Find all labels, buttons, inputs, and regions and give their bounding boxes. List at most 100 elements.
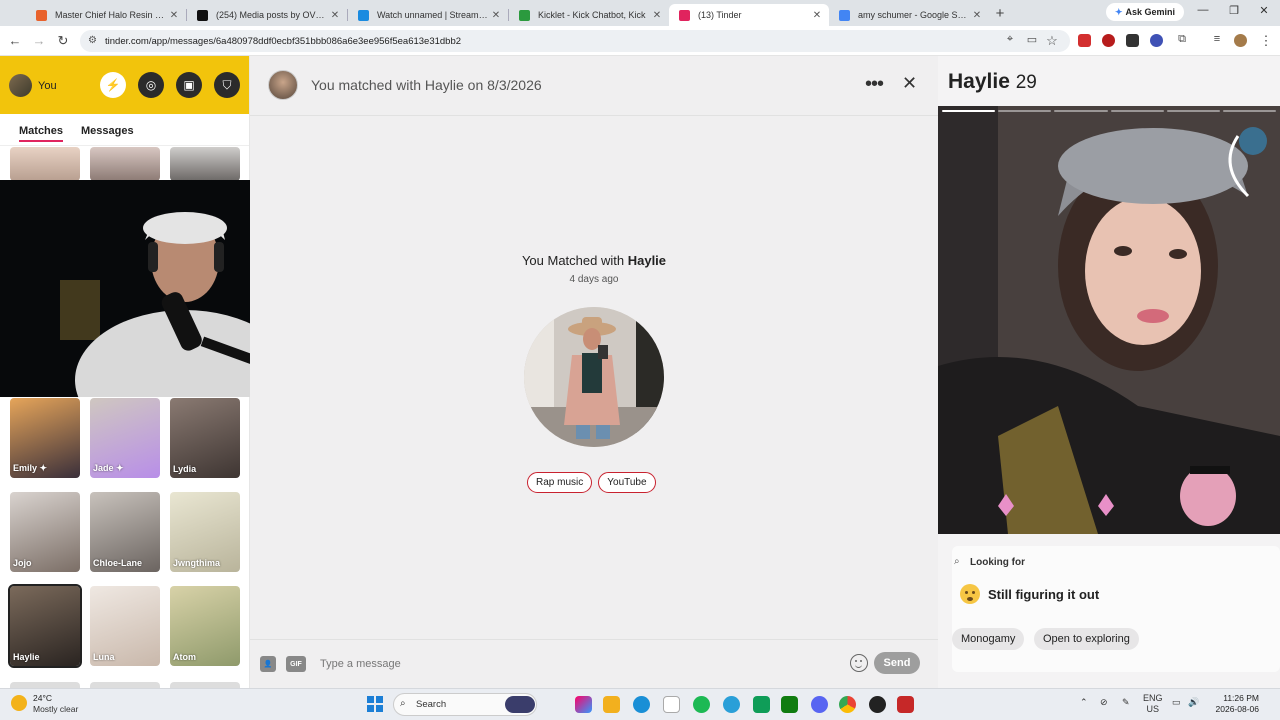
photo-bar-3[interactable] [1054, 110, 1108, 112]
user-avatar[interactable] [9, 74, 32, 97]
clock-date[interactable]: 2026-08-06 [1207, 704, 1259, 714]
match-card[interactable]: Jade ✦ [90, 398, 160, 478]
match-card-partial-2[interactable] [90, 147, 160, 181]
weather-icon[interactable] [11, 695, 27, 711]
photo-bar-6[interactable] [1222, 110, 1277, 112]
briefcase-button[interactable]: ▣ [176, 72, 202, 98]
browser-tab-1[interactable]: Master Chief Halo Resin Lamp ✕ [26, 4, 186, 26]
tab-close-icon[interactable]: ✕ [811, 10, 823, 21]
network-icon[interactable]: ⊘ [1100, 697, 1108, 708]
tab-messages[interactable]: Messages [81, 125, 134, 137]
taskbar-app-sheets[interactable] [753, 696, 770, 713]
taskbar-app-notepad[interactable] [663, 696, 680, 713]
window-close-button[interactable]: ✕ [1254, 4, 1274, 17]
photo-bar-1[interactable] [942, 110, 996, 112]
tab-close-icon[interactable]: ✕ [329, 10, 341, 21]
boost-button[interactable]: ⚡ [100, 72, 126, 98]
photo-bar-4[interactable] [1110, 110, 1164, 112]
gif-button[interactable]: GIF [286, 656, 306, 672]
forward-icon[interactable]: → [31, 33, 47, 48]
browser-tab-4[interactable]: Kicklet - Kick Chatbot, Kick ✕ [509, 4, 669, 26]
weather-temp[interactable]: 24°C [33, 693, 52, 703]
ask-gemini-button[interactable]: ✦ Ask Gemini [1106, 3, 1184, 21]
site-info-icon[interactable]: ⚙ [88, 35, 97, 46]
taskbar-app-xbox[interactable] [781, 696, 798, 713]
match-card-partial-3[interactable] [170, 147, 240, 181]
language-indicator[interactable]: ENG US [1143, 693, 1163, 715]
tray-chevron-icon[interactable]: ⌃ [1080, 697, 1088, 708]
close-icon[interactable]: ✕ [902, 73, 917, 94]
profile-avatar-icon[interactable] [1234, 34, 1247, 47]
taskbar-app-discord[interactable] [811, 696, 828, 713]
extension-icon-4[interactable] [1150, 34, 1163, 47]
match-card[interactable]: Emily ✦ [10, 398, 80, 478]
emoji-icon[interactable] [850, 654, 868, 672]
tab-close-icon[interactable]: ✕ [971, 10, 983, 21]
extensions-puzzle-icon[interactable]: ⧉ [1174, 33, 1190, 46]
tab-close-icon[interactable]: ✕ [651, 10, 663, 21]
match-card-partial-1[interactable] [10, 147, 80, 181]
conversation-pane: You matched with Haylie on 8/3/2026 ••• … [250, 56, 938, 688]
taskbar-app-game[interactable] [505, 696, 535, 713]
contact-card-icon[interactable]: 👤 [260, 656, 276, 672]
cast-icon[interactable]: ▭ [1024, 33, 1040, 46]
match-avatar[interactable] [268, 70, 298, 100]
taskbar-app-chrome[interactable] [839, 696, 856, 713]
clock-time[interactable]: 11:26 PM [1207, 693, 1259, 703]
display-icon[interactable]: ▭ [1172, 697, 1181, 708]
user-name[interactable]: You [38, 80, 57, 92]
taskbar-app-explorer[interactable] [603, 696, 620, 713]
explore-button[interactable]: ◎ [138, 72, 164, 98]
extension-icon-3[interactable] [1126, 34, 1139, 47]
taskbar-app-spotify[interactable] [693, 696, 710, 713]
pen-icon[interactable]: ✎ [1122, 697, 1130, 708]
tab-favicon-icon [839, 9, 850, 21]
url-field[interactable]: ⚙ tinder.com/app/messages/6a480978ddf0ec… [80, 30, 1070, 52]
send-button[interactable]: Send [874, 652, 920, 674]
weather-desc[interactable]: Mostly clear [33, 704, 78, 714]
match-card[interactable]: Lydia [170, 398, 240, 478]
taskbar-app-obs[interactable] [869, 696, 886, 713]
profile-photo[interactable] [938, 106, 1280, 534]
message-input[interactable] [320, 654, 840, 674]
match-card-name: Lydia [173, 464, 197, 474]
tab-close-icon[interactable]: ✕ [490, 10, 502, 21]
browser-tab-5[interactable]: (13) Tinder ✕ [669, 4, 829, 26]
browser-tab-6[interactable]: amy schumer - Google Search ✕ [829, 4, 989, 26]
match-card[interactable]: Jwngthima [170, 492, 240, 572]
photo-bar-2[interactable] [998, 110, 1052, 112]
browser-tab-3[interactable]: Watch unnamed | Streamable ✕ [348, 4, 508, 26]
reload-icon[interactable]: ↻ [55, 33, 71, 49]
match-card[interactable]: Haylie [8, 584, 82, 668]
maximize-button[interactable]: ❐ [1224, 4, 1244, 17]
search-icon: ⌕ [400, 698, 406, 709]
taskbar-app-edge[interactable] [633, 696, 650, 713]
match-card[interactable]: Atom [170, 586, 240, 666]
match-card[interactable]: Chloe-Lane [90, 492, 160, 572]
extension-icon-2[interactable] [1102, 34, 1115, 47]
taskbar-app-copilot[interactable] [575, 696, 592, 713]
reading-list-icon[interactable]: ≡ [1209, 33, 1225, 45]
browser-tab-2[interactable]: (254) Media posts by OVOPhan✕ [187, 4, 347, 26]
tab-close-icon[interactable]: ✕ [168, 10, 180, 21]
browser-menu-icon[interactable]: ⋮ [1258, 33, 1274, 49]
tab-matches[interactable]: Matches [19, 125, 64, 142]
shield-icon: ⛉ [222, 77, 232, 92]
new-tab-button[interactable]: + [989, 5, 1011, 22]
more-options-icon[interactable]: ••• [865, 73, 884, 96]
photo-bar-5[interactable] [1166, 110, 1220, 112]
match-card[interactable]: Jojo [10, 492, 80, 572]
back-icon[interactable]: ← [7, 33, 23, 48]
match-profile-photo[interactable] [524, 307, 664, 447]
safety-button[interactable]: ⛉ [214, 72, 240, 98]
bookmark-star-icon[interactable]: ☆ [1044, 33, 1060, 49]
minimize-button[interactable]: — [1193, 4, 1213, 16]
windows-start-icon[interactable] [367, 696, 383, 712]
taskbar-app-telegram[interactable] [723, 696, 740, 713]
match-card[interactable]: Luna [90, 586, 160, 666]
windows-taskbar: 24°C Mostly clear ⌕ Search ⌃ ⊘ ✎ ENG US ▭… [0, 688, 1280, 720]
taskbar-app-snip[interactable] [897, 696, 914, 713]
volume-icon[interactable]: 🔊 [1188, 697, 1199, 708]
location-icon[interactable]: ⌖ [1002, 33, 1018, 46]
extension-icon-1[interactable] [1078, 34, 1091, 47]
